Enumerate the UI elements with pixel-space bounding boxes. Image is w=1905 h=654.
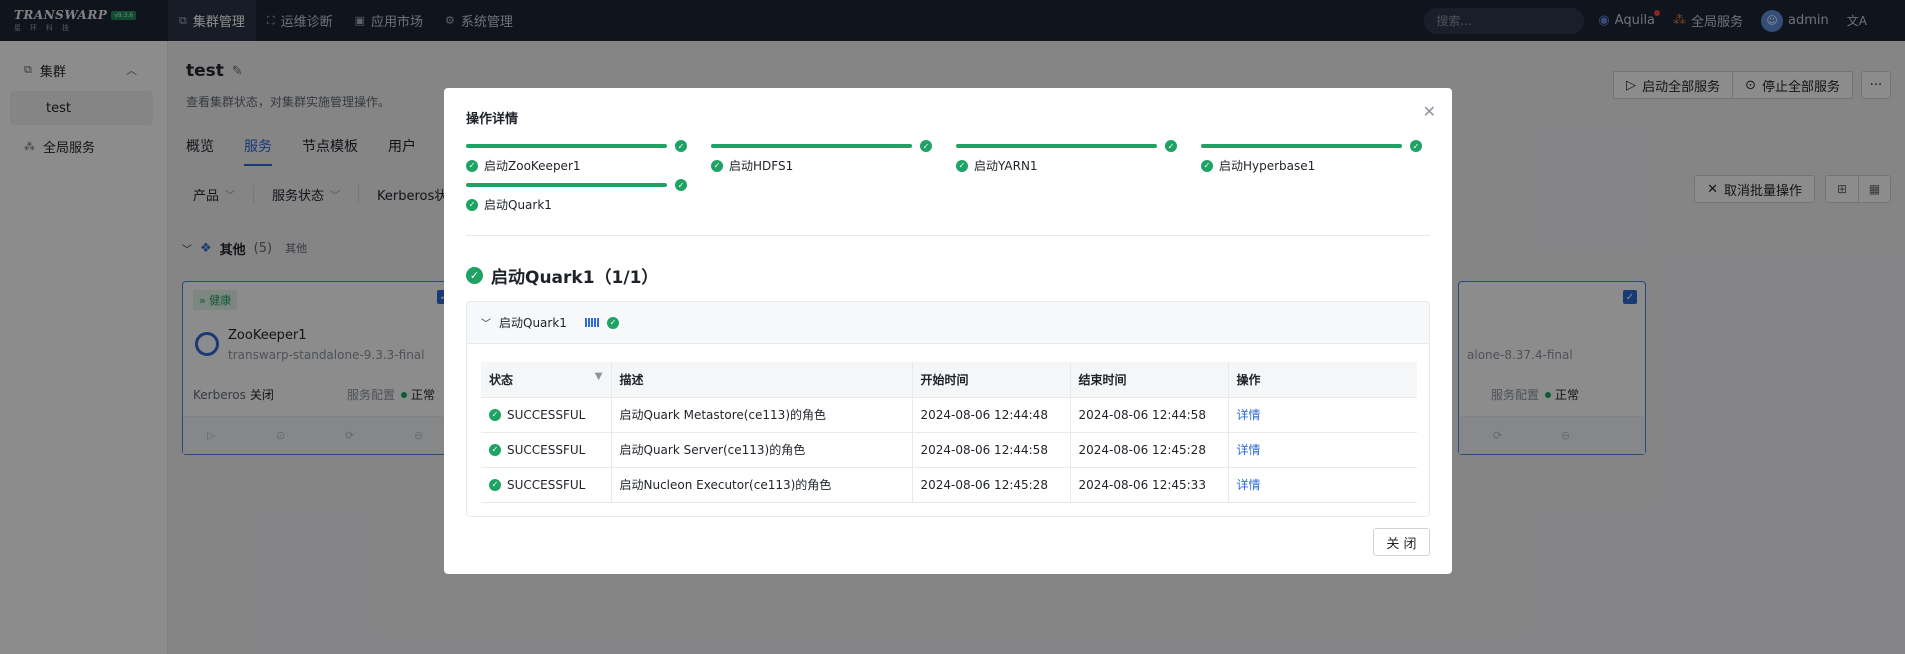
step-text: 启动ZooKeeper1 [484,159,581,173]
step-progress-bar [956,144,1157,148]
status-cell: ✓ SUCCESSFUL [481,396,612,432]
check-icon: ✓ [711,159,723,172]
desc-cell: 启动Quark Metastore(ce113)的角色 [611,396,913,432]
status-text: SUCCESSFUL [507,407,586,422]
detail-link[interactable]: 详情 [1237,478,1261,492]
start-time-cell: 2024-08-06 12:44:48 [912,396,1071,432]
check-icon: ✓ [1165,140,1177,152]
check-icon: ✓ [675,140,687,152]
panel-header[interactable]: ﹀ 启动Quark1 ✓ [467,302,1429,344]
column-header-end: 结束时间 [1070,362,1229,397]
check-icon: ✓ [466,198,478,211]
end-time-cell: 2024-08-06 12:45:28 [1070,431,1229,467]
step-text: 启动HDFS1 [729,159,794,173]
action-cell: 详情 [1228,431,1417,467]
end-time-cell: 2024-08-06 12:44:58 [1070,396,1229,432]
step-text: 启动Quark1 [484,198,552,212]
chevron-down-icon: ﹀ [481,319,491,330]
action-cell: 详情 [1228,466,1417,503]
step-label: ✓ 启动Quark1 [466,196,552,213]
step-progress-bar [1201,144,1402,148]
status-text: SUCCESSFUL [507,442,586,457]
filter-icon[interactable]: ▼ [595,371,603,382]
table-row: ✓ SUCCESSFUL 启动Quark Server(ce113)的角色 202… [481,431,1417,467]
step-label: ✓ 启动YARN1 [956,157,1038,174]
panel-title: 启动Quark1 [499,316,567,330]
step-text: 启动Hyperbase1 [1219,159,1316,173]
step-progress-bar [466,183,667,187]
start-time-cell: 2024-08-06 12:45:28 [912,466,1071,503]
start-time-cell: 2024-08-06 12:44:58 [912,431,1071,467]
step-label: ✓ 启动HDFS1 [711,157,793,174]
detail-link[interactable]: 详情 [1237,443,1261,457]
modal-title: 操作详情 [466,112,519,127]
check-icon: ✓ [489,443,501,456]
task-panel: ﹀ 启动Quark1 ✓ 状态 ▼ 描述 开始时间 结束时间 操作 ✓ SUCCES [466,301,1430,517]
action-cell: 详情 [1228,396,1417,432]
check-icon: ✓ [956,159,968,172]
check-icon: ✓ [920,140,932,152]
check-icon: ✓ [675,179,687,191]
step-text: 启动YARN1 [974,159,1038,173]
divider [466,235,1430,236]
check-icon: ✓ [466,159,478,172]
table-row: ✓ SUCCESSFUL 启动Nucleon Executor(ce113)的角色… [481,466,1417,503]
check-icon: ✓ [606,316,619,329]
step-progress-bar [711,144,912,148]
check-icon: ✓ [466,267,483,284]
step-progress-bar [466,144,667,148]
desc-cell: 启动Quark Server(ce113)的角色 [611,431,913,467]
step-label: ✓ 启动Hyperbase1 [1201,157,1315,174]
close-button[interactable]: 关 闭 [1373,528,1430,556]
column-header-desc: 描述 [611,362,913,397]
table-row: ✓ SUCCESSFUL 启动Quark Metastore(ce113)的角色 … [481,396,1417,432]
section-title: ✓ 启动Quark1（1/1） [466,263,658,288]
task-table: 状态 ▼ 描述 开始时间 结束时间 操作 ✓ SUCCESSFUL 启动Quark … [481,362,1417,503]
check-icon: ✓ [489,408,501,421]
status-text: SUCCESSFUL [507,477,586,492]
operation-detail-modal: 操作详情 ✕ ✓ ✓ 启动ZooKeeper1 ✓ ✓ 启动HDFS1 ✓ ✓ 启动Y… [444,88,1452,574]
loading-icon [584,318,599,327]
column-header-start: 开始时间 [912,362,1071,397]
status-cell: ✓ SUCCESSFUL [481,431,612,467]
end-time-cell: 2024-08-06 12:45:33 [1070,466,1229,503]
header-label: 状态 [489,372,514,387]
desc-cell: 启动Nucleon Executor(ce113)的角色 [611,466,913,503]
column-header-status: 状态 ▼ [481,362,612,397]
detail-link[interactable]: 详情 [1237,408,1261,422]
check-icon: ✓ [489,478,501,491]
close-icon[interactable]: ✕ [1423,102,1436,121]
table-header-row: 状态 ▼ 描述 开始时间 结束时间 操作 [481,362,1417,397]
column-header-action: 操作 [1228,362,1417,397]
check-icon: ✓ [1201,159,1213,172]
section-title-text: 启动Quark1（1/1） [491,268,659,288]
status-cell: ✓ SUCCESSFUL [481,466,612,503]
step-label: ✓ 启动ZooKeeper1 [466,157,581,174]
check-icon: ✓ [1410,140,1422,152]
